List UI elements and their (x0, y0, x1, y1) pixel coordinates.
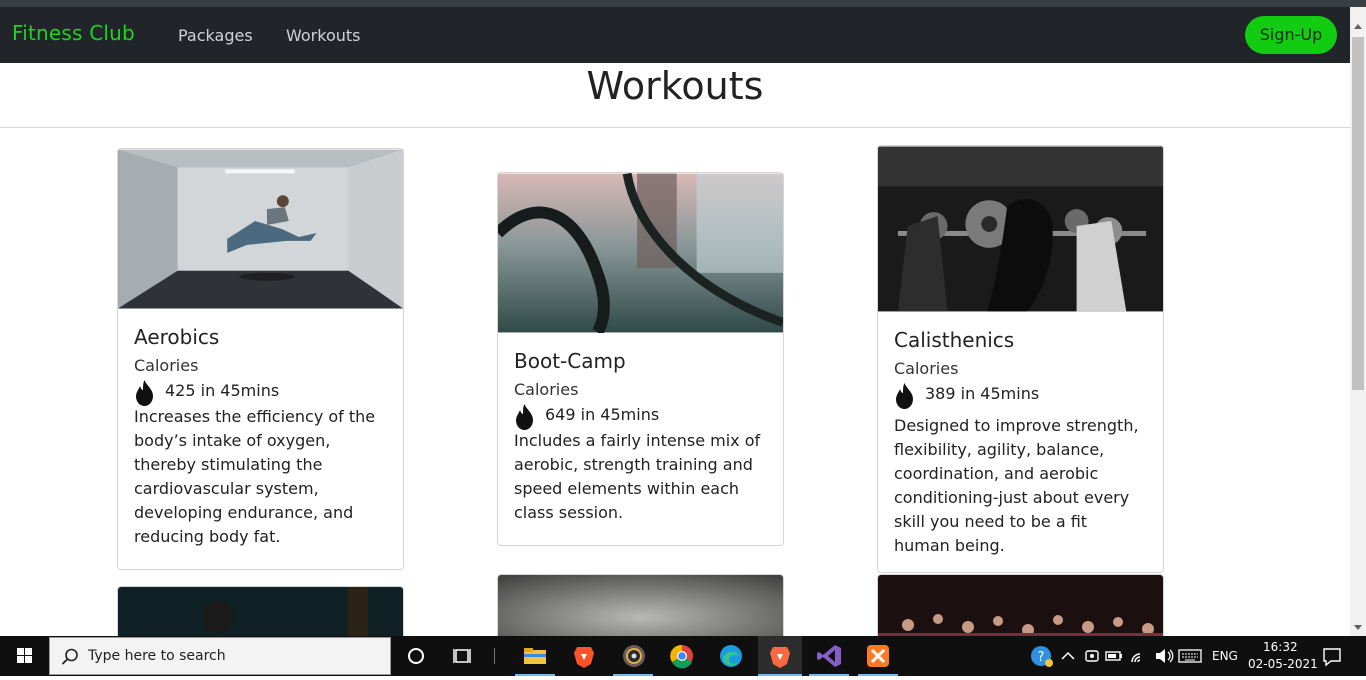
calories-label: Calories (134, 356, 199, 375)
signup-button[interactable]: Sign-Up (1245, 16, 1337, 54)
svg-text:?: ? (1038, 650, 1045, 665)
nav-link-packages[interactable]: Packages (178, 26, 253, 45)
workout-card-boot-camp: Boot-Camp Calories 649 in 45mins Include… (497, 172, 784, 546)
browser-top-strip (0, 0, 1366, 7)
cortana-icon[interactable] (402, 642, 430, 670)
windows-taskbar: Type here to search ? ENG 16:32 02-05-20… (0, 636, 1366, 676)
calories-label: Calories (514, 380, 579, 399)
nav-link-workouts[interactable]: Workouts (286, 26, 360, 45)
active-window-highlight (758, 636, 802, 676)
workout-image-partial-2 (498, 575, 783, 643)
brand-logo-link[interactable]: Fitness Club (12, 21, 135, 45)
xampp-icon[interactable] (864, 642, 892, 670)
scroll-up-arrow-icon[interactable] (1354, 24, 1362, 29)
clock-date[interactable]: 02-05-2021 (1248, 657, 1318, 671)
visual-studio-icon[interactable] (815, 642, 843, 670)
workout-image-partial-3 (878, 575, 1163, 643)
clock-time[interactable]: 16:32 (1263, 640, 1298, 654)
taskbar-divider (494, 648, 495, 664)
help-icon[interactable]: ? (1028, 642, 1056, 670)
card-title: Aerobics (134, 325, 220, 349)
page-title: Workouts (586, 64, 764, 108)
taskbar-search-box[interactable]: Type here to search (49, 637, 391, 675)
file-explorer-icon[interactable] (521, 642, 549, 670)
workout-card-partial-3 (877, 574, 1164, 644)
card-description: Includes a fairly intense mix of aerobic… (514, 431, 761, 522)
page-header: Workouts (0, 63, 1350, 128)
workout-card-partial-2 (497, 574, 784, 644)
brave-icon[interactable] (570, 642, 598, 670)
flame-icon (516, 404, 533, 430)
volume-icon[interactable] (1150, 642, 1178, 670)
keyboard-icon[interactable] (1176, 642, 1204, 670)
battery-icon[interactable] (1100, 642, 1128, 670)
search-placeholder: Type here to search (88, 648, 226, 664)
boot-camp-image (498, 173, 783, 333)
chrome-icon[interactable] (668, 642, 696, 670)
workout-card-aerobics: Aerobics Calories 425 in 45mins Increase… (117, 148, 404, 570)
notification-icon[interactable] (1318, 642, 1346, 670)
aerobics-image (118, 149, 403, 309)
search-icon (61, 648, 78, 665)
scroll-thumb[interactable] (1352, 37, 1364, 390)
calories-value: 425 in 45mins (165, 381, 280, 400)
media-player-icon[interactable] (620, 642, 648, 670)
task-view-icon[interactable] (450, 642, 478, 670)
language-indicator[interactable]: ENG (1212, 649, 1238, 663)
windows-start-icon[interactable] (0, 636, 48, 676)
card-title: Boot-Camp (514, 349, 626, 373)
card-description: Designed to improve strength, flexibilit… (894, 416, 1139, 555)
calories-value: 649 in 45mins (545, 405, 660, 424)
calories-value: 389 in 45mins (925, 384, 1040, 403)
workout-card-calisthenics: Calisthenics Calories 389 in 45mins Desi… (877, 145, 1164, 573)
edge-icon[interactable] (717, 642, 745, 670)
navbar: Fitness Club Packages Workouts Sign-Up (0, 7, 1350, 63)
flame-icon (896, 383, 913, 409)
scroll-down-arrow-icon[interactable] (1354, 625, 1362, 630)
flame-icon (136, 380, 153, 406)
calisthenics-image (878, 146, 1163, 312)
calories-label: Calories (894, 359, 959, 378)
vertical-scrollbar[interactable] (1350, 7, 1366, 636)
card-title: Calisthenics (894, 328, 1015, 352)
card-description: Increases the efficiency of the body’s i… (134, 407, 376, 546)
